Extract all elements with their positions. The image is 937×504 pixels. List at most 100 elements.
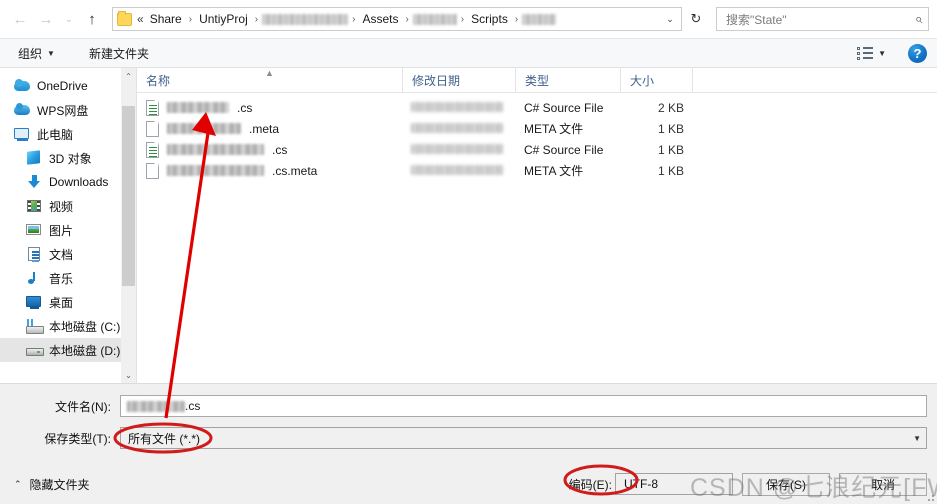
- dialog-body: OneDrive WPS网盘 此电脑 3D 对象 Downloads 视频图片文档音乐 桌面…: [0, 68, 937, 383]
- sidebar-item-4[interactable]: Downloads: [0, 170, 136, 194]
- column-header-type[interactable]: 类型: [515, 68, 620, 92]
- new-folder-button[interactable]: 新建文件夹: [83, 43, 155, 64]
- savetype-chevron-down-icon: ▼: [913, 433, 921, 443]
- table-row[interactable]: .meta META 文件 1 KB: [137, 118, 937, 139]
- breadcrumb-separator-chevron-right-icon[interactable]: ›: [511, 12, 522, 27]
- savetype-dropdown[interactable]: 所有文件 (*.*) ▼: [120, 427, 927, 449]
- sidebar-item-7[interactable]: 文档: [0, 242, 136, 266]
- save-button[interactable]: 保存(S): [742, 472, 830, 496]
- breadcrumb-separator-chevron-right-icon[interactable]: ›: [185, 12, 196, 27]
- save-as-dialog: ← → ⌄ ↑ «Share › UntiyProj › › Assets › › Script…: [0, 0, 937, 504]
- view-mode-chevron-down-icon: ▼: [878, 48, 886, 58]
- file-name-cell: .cs: [137, 141, 402, 158]
- filename-label: 文件名(N):: [55, 399, 111, 414]
- organize-label: 组织: [18, 46, 43, 61]
- table-row[interactable]: .cs.meta META 文件 1 KB: [137, 160, 937, 181]
- breadcrumb-separator-chevron-right-icon[interactable]: ›: [348, 12, 359, 27]
- sidebar-item-6[interactable]: 图片: [0, 218, 136, 242]
- sidebar-item-label: 视频: [49, 199, 74, 214]
- sidebar-item-10[interactable]: 本地磁盘 (C:): [0, 314, 136, 338]
- breadcrumb-chevron-down-icon[interactable]: ⌄: [661, 14, 679, 25]
- file-size-cell: 1 KB: [657, 163, 684, 178]
- organize-button[interactable]: 组织 ▼: [12, 43, 61, 64]
- sidebar-item-3[interactable]: 3D 对象: [0, 146, 136, 170]
- file-date-cell: [402, 122, 515, 136]
- form-area: 文件名(N): .cs 保存类型(T): 所有文件 (*.*) ▼: [0, 383, 937, 464]
- file-size-cell: 2 KB: [657, 100, 684, 115]
- videos-icon: [26, 198, 42, 214]
- sidebar-item-1[interactable]: WPS网盘: [0, 98, 136, 122]
- column-header-date[interactable]: 修改日期: [402, 68, 515, 92]
- file-name-cell: .cs.meta: [137, 162, 402, 179]
- search-icon: ⌕: [914, 11, 922, 26]
- column-header-name[interactable]: 名称 ▲: [137, 68, 402, 92]
- sidebar-item-0[interactable]: OneDrive: [0, 74, 136, 98]
- back-icon[interactable]: ←: [8, 7, 32, 31]
- filename-input[interactable]: .cs: [120, 395, 927, 417]
- scroll-up-chevron-up-icon[interactable]: ⌃: [121, 68, 136, 84]
- resize-grip[interactable]: [925, 492, 935, 502]
- column-header-filler: [692, 68, 937, 92]
- search-box[interactable]: 搜索"State" ⌕: [716, 7, 929, 31]
- cancel-button[interactable]: 取消: [839, 472, 927, 496]
- navigation-sidebar: OneDrive WPS网盘 此电脑 3D 对象 Downloads 视频图片文档音乐 桌面…: [0, 68, 136, 383]
- meta-file-icon: [146, 120, 159, 137]
- column-header-row: 名称 ▲ 修改日期 类型 大小: [137, 68, 937, 93]
- breadcrumb-separator-chevron-right-icon[interactable]: ›: [457, 12, 468, 27]
- desktop-icon: [26, 294, 42, 310]
- breadcrumb-separator-chevron-right-icon[interactable]: ›: [401, 12, 412, 27]
- sidebar-item-11[interactable]: 本地磁盘 (D:): [0, 338, 136, 362]
- encoding-dropdown[interactable]: UTF-8: [615, 473, 733, 495]
- file-name-redacted: [167, 144, 264, 155]
- breadcrumb-segment[interactable]: «: [136, 10, 147, 28]
- table-row[interactable]: .cs C# Source File 2 KB: [137, 97, 937, 118]
- sidebar-item-label: 文档: [49, 247, 74, 262]
- savetype-row: 保存类型(T): 所有文件 (*.*) ▼: [10, 426, 927, 450]
- up-one-level-arrow-up-icon[interactable]: ↑: [80, 7, 104, 31]
- help-icon[interactable]: ?: [908, 43, 927, 63]
- sidebar-item-2[interactable]: 此电脑: [0, 122, 136, 146]
- sidebar-item-5[interactable]: 视频: [0, 194, 136, 218]
- sidebar-scroll-thumb[interactable]: [122, 106, 135, 286]
- filename-extension: .cs: [185, 399, 201, 413]
- breadcrumb-segment[interactable]: Scripts: [468, 10, 511, 28]
- new-folder-label: 新建文件夹: [88, 46, 149, 61]
- breadcrumb-segment-redacted[interactable]: [412, 13, 457, 25]
- sidebar-scrollbar[interactable]: ⌃ ⌄: [121, 68, 136, 383]
- scroll-down-chevron-down-icon[interactable]: ⌄: [121, 367, 136, 383]
- filename-value-redacted: [127, 400, 185, 412]
- column-header-size[interactable]: 大小: [620, 68, 692, 92]
- table-row[interactable]: .cs C# Source File 1 KB: [137, 139, 937, 160]
- file-name-extension: .cs: [237, 100, 253, 115]
- sort-ascending-icon: ▲: [265, 68, 274, 78]
- view-mode-button[interactable]: ▼: [850, 44, 892, 62]
- cs-file-icon: [146, 99, 159, 116]
- recent-locations-chevron-down-icon[interactable]: ⌄: [60, 7, 78, 31]
- sidebar-item-9[interactable]: 桌面: [0, 290, 136, 314]
- search-input[interactable]: 搜索"State": [726, 11, 915, 28]
- breadcrumb-segment-redacted[interactable]: [522, 13, 557, 25]
- onedrive-icon: [14, 78, 30, 94]
- breadcrumb-separator-chevron-right-icon[interactable]: ›: [251, 12, 262, 27]
- command-toolbar: 组织 ▼ 新建文件夹 ▼ ?: [0, 38, 937, 68]
- breadcrumb-segment-redacted[interactable]: [262, 13, 349, 25]
- breadcrumb-segment[interactable]: Share: [147, 10, 185, 28]
- folder-icon: [117, 10, 132, 26]
- pictures-icon: [26, 222, 42, 238]
- hide-folders-button[interactable]: ⌃ 隐藏文件夹: [10, 476, 90, 493]
- chevron-down-icon: ▼: [47, 48, 55, 58]
- forward-icon[interactable]: →: [34, 7, 58, 31]
- sidebar-scroll-track[interactable]: [121, 84, 136, 367]
- file-size-cell: 1 KB: [657, 121, 684, 136]
- sidebar-item-8[interactable]: 音乐: [0, 266, 136, 290]
- file-date-redacted: [411, 101, 503, 112]
- refresh-icon[interactable]: ↻: [684, 7, 708, 31]
- file-type-cell: C# Source File: [524, 100, 604, 115]
- music-icon: [26, 270, 42, 286]
- documents-icon: [26, 246, 42, 262]
- file-name-redacted: [167, 102, 229, 113]
- address-bar[interactable]: «Share › UntiyProj › › Assets › › Scripts › ⌄: [112, 7, 682, 31]
- filename-row: 文件名(N): .cs: [10, 394, 927, 418]
- breadcrumb-segment[interactable]: Assets: [359, 10, 401, 28]
- breadcrumb-segment[interactable]: UntiyProj: [196, 10, 251, 28]
